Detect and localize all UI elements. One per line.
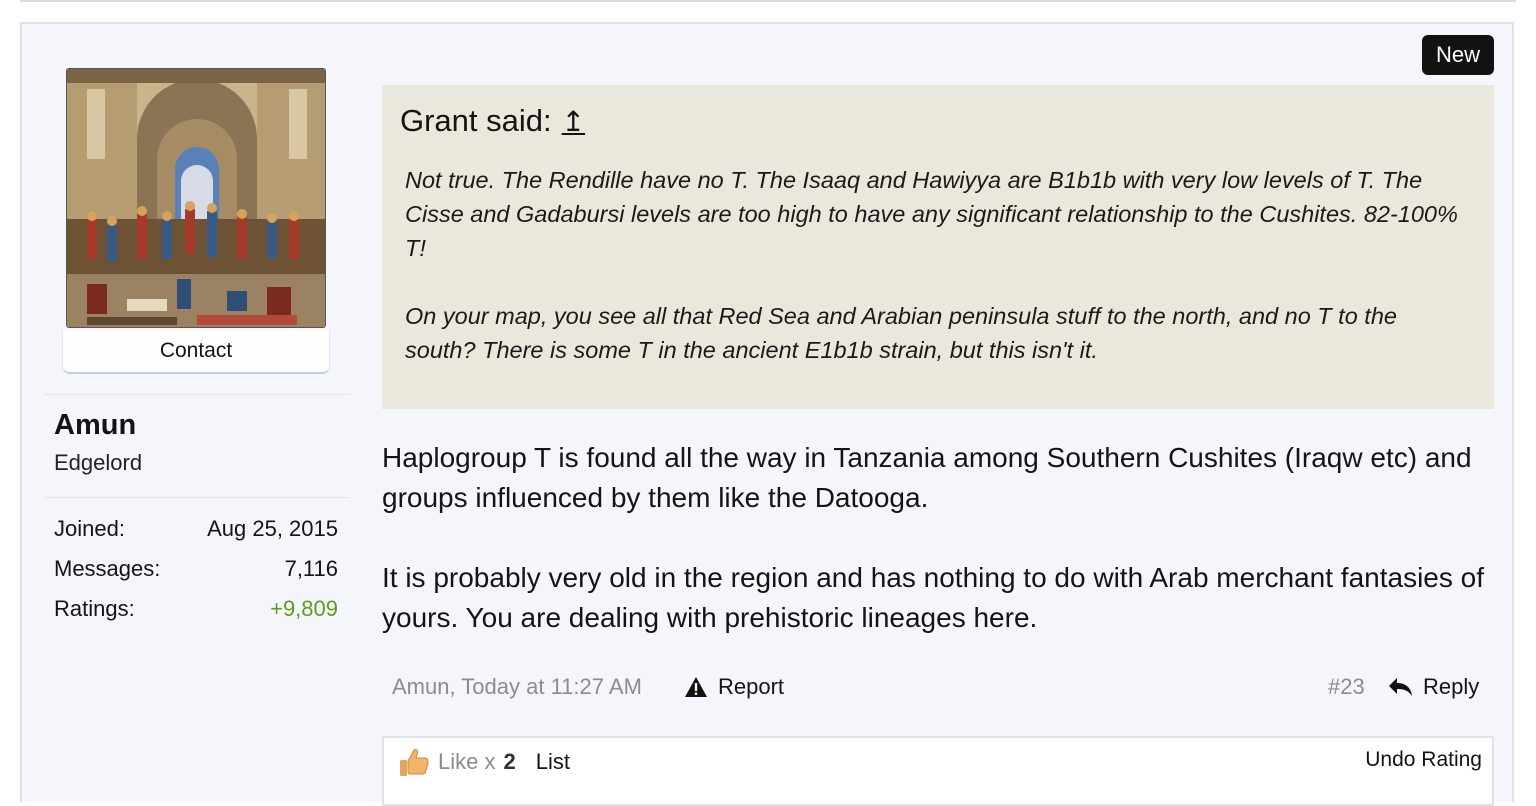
stat-value: Aug 25, 2015 [207, 516, 338, 541]
reply-icon [1389, 678, 1412, 696]
stat-value: +9,809 [270, 596, 338, 621]
ratings-bar: Like x 2 List Undo Rating [382, 736, 1494, 806]
username-link[interactable]: Amun [54, 409, 136, 442]
stat-ratings: Ratings: +9,809 [54, 596, 338, 622]
message-paragraph: Haplogroup T is found all the way in Tan… [382, 442, 1472, 513]
message-body: Haplogroup T is found all the way in Tan… [382, 438, 1498, 678]
undo-rating-link[interactable]: Undo Rating [1365, 748, 1482, 772]
stat-label: Messages: [54, 556, 161, 581]
quote-content: Not true. The Rendille have no T. The Is… [400, 163, 1472, 367]
post-number-link[interactable]: #23 [1328, 674, 1365, 700]
new-badge: New [1422, 35, 1494, 75]
stat-joined: Joined: Aug 25, 2015 [54, 516, 338, 542]
warning-icon [685, 677, 707, 697]
like-label: Like x [438, 749, 496, 774]
user-title: Edgelord [54, 450, 143, 475]
forum-post: Contact Amun Edgelord Joined: Aug 25, 20… [20, 22, 1514, 806]
avatar-image [67, 69, 325, 327]
quote-header: Grant said: ↥ [400, 103, 1472, 139]
quote-block: Grant said: ↥ Not true. The Rendille hav… [382, 85, 1494, 409]
report-label: Report [718, 674, 785, 699]
stat-label: Joined: [54, 516, 125, 541]
user-divider-1 [44, 394, 350, 395]
ratings-list-link[interactable]: List [536, 749, 570, 775]
user-divider-2 [44, 497, 350, 498]
stat-value[interactable]: 7,116 [285, 556, 338, 582]
like-summary: Like x 2 List [398, 746, 570, 778]
user-avatar[interactable] [66, 68, 326, 328]
quote-author: Grant said: [400, 103, 552, 138]
message-paragraph: It is probably very old in the region an… [382, 562, 1484, 633]
top-divider [20, 0, 1516, 2]
jump-to-quote-icon[interactable]: ↥ [562, 105, 585, 138]
reply-button[interactable]: Reply [1388, 674, 1479, 700]
thumbs-up-icon [400, 749, 429, 776]
stat-label: Ratings: [54, 596, 135, 621]
stat-messages: Messages: 7,116 [54, 556, 338, 582]
reply-label: Reply [1423, 674, 1480, 699]
contact-button[interactable]: Contact [62, 330, 330, 374]
report-button[interactable]: Report [684, 674, 784, 700]
quote-paragraph: Not true. The Rendille have no T. The Is… [405, 167, 1458, 261]
quote-paragraph: On your map, you see all that Red Sea an… [405, 303, 1397, 363]
like-count: 2 [503, 749, 516, 774]
post-meta[interactable]: Amun, Today at 11:27 AM [392, 674, 642, 700]
